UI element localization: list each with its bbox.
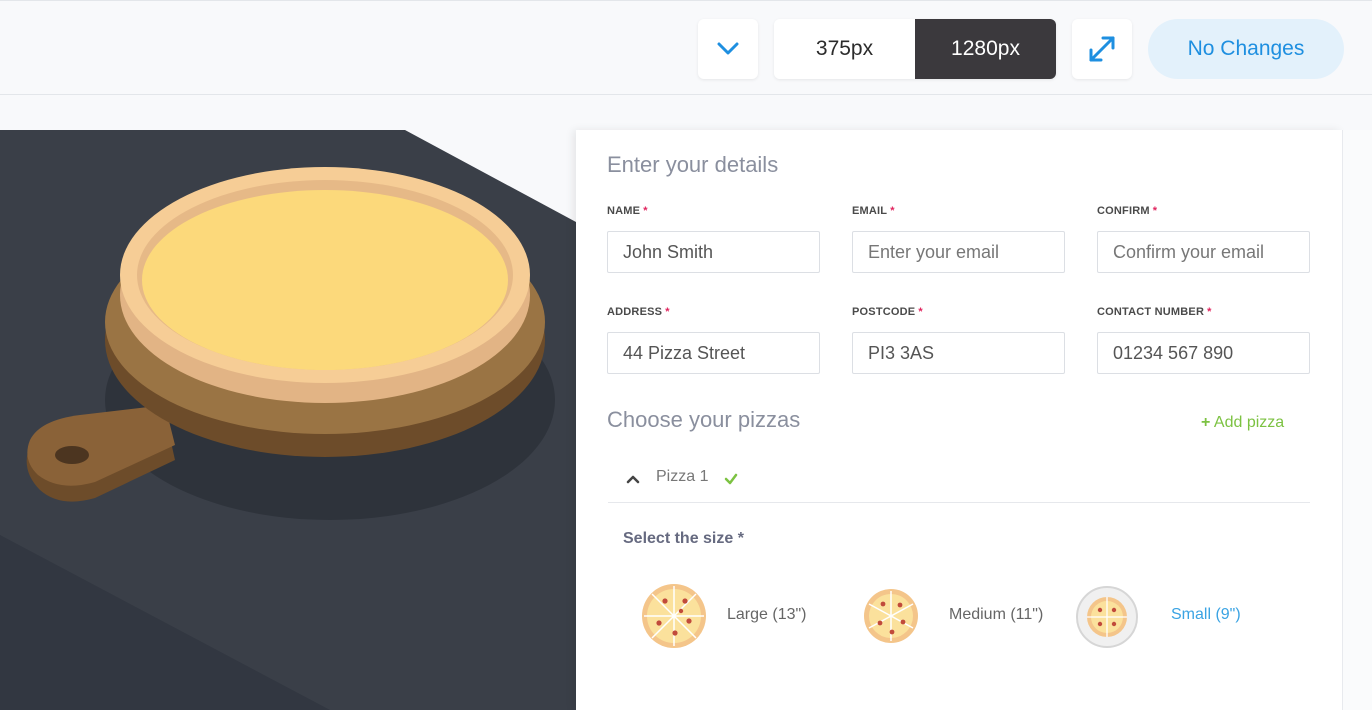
size-label-large: Large (13"): [727, 606, 807, 623]
pizza-board-illustration: [0, 130, 576, 710]
address-label: ADDRESS *: [607, 306, 670, 318]
details-section-title: Enter your details: [607, 152, 779, 177]
canvas-top-gutter: [0, 95, 1372, 130]
expand-button[interactable]: [1072, 19, 1132, 79]
plus-icon: +: [1201, 414, 1211, 431]
size-label-medium: Medium (11"): [949, 606, 1044, 623]
add-pizza-button[interactable]: + Add pizza: [1201, 414, 1284, 432]
name-input[interactable]: John Smith: [607, 231, 820, 273]
pizza-item-label: Pizza 1: [656, 468, 709, 485]
large-pizza-icon: [642, 584, 706, 648]
dropdown-toggle-button[interactable]: [698, 19, 758, 79]
status-button[interactable]: No Changes: [1148, 19, 1344, 79]
viewport-375-button[interactable]: 375px: [774, 19, 915, 79]
postcode-label: POSTCODE *: [852, 306, 923, 318]
order-form-panel: Enter your details NAME * John Smith EMAI…: [576, 130, 1342, 710]
hero-illustration: [0, 130, 576, 710]
address-input[interactable]: 44 Pizza Street: [607, 332, 820, 374]
small-pizza-icon: [1076, 586, 1138, 648]
medium-pizza-icon: [864, 589, 918, 643]
expand-icon: [1089, 36, 1115, 62]
size-label-small: Small (9"): [1171, 606, 1241, 623]
size-section-title: Select the size *: [623, 530, 744, 547]
name-label: NAME *: [607, 205, 648, 217]
page-right-gutter: [1342, 130, 1372, 710]
confirm-label: CONFIRM *: [1097, 205, 1158, 217]
confirm-email-input[interactable]: Confirm your email: [1097, 231, 1310, 273]
viewport-1280-button[interactable]: 1280px: [915, 19, 1056, 79]
pizza-accordion-header[interactable]: Pizza 1: [608, 460, 1310, 503]
checkmark-icon: [724, 473, 738, 485]
contact-number-label: CONTACT NUMBER *: [1097, 306, 1212, 318]
chevron-up-icon: [626, 475, 640, 484]
add-pizza-label: Add pizza: [1213, 414, 1285, 431]
email-input[interactable]: Enter your email: [852, 231, 1065, 273]
contact-number-input[interactable]: 01234 567 890: [1097, 332, 1310, 374]
postcode-input[interactable]: PI3 3AS: [852, 332, 1065, 374]
pizzas-section-title: Choose your pizzas: [607, 407, 801, 432]
viewport-switcher: 375px 1280px: [774, 19, 1056, 79]
top-toolbar: 375px 1280px No Changes: [0, 0, 1372, 95]
email-label: EMAIL *: [852, 205, 895, 217]
chevron-down-icon: [717, 42, 739, 55]
